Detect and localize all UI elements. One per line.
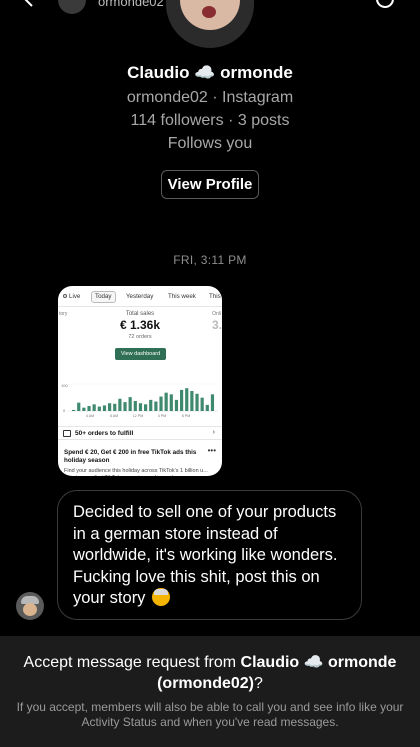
chart-bar bbox=[200, 397, 204, 411]
total-sales-label: Total sales bbox=[125, 311, 155, 317]
message-text: Decided to sell one of your products in … bbox=[73, 503, 338, 607]
chart-bar bbox=[97, 406, 101, 411]
chart-bar bbox=[82, 407, 86, 411]
orders-count: 72 orders bbox=[128, 334, 152, 340]
shot-tab-today: Today bbox=[91, 291, 116, 303]
follow-status: Follows you bbox=[167, 135, 253, 152]
header-username[interactable]: ormonde02 bbox=[98, 0, 164, 9]
sender-avatar[interactable] bbox=[16, 592, 44, 620]
request-note: If you accept, members will also be able… bbox=[16, 700, 404, 729]
chart-bar bbox=[118, 398, 122, 411]
chart-bar bbox=[164, 392, 168, 411]
chart-bar bbox=[210, 394, 215, 411]
chart-bar bbox=[154, 401, 158, 411]
orders-box-icon bbox=[63, 430, 71, 437]
chart-bar bbox=[102, 405, 107, 411]
chart-bar bbox=[195, 393, 199, 411]
request-suffix: ? bbox=[254, 675, 263, 692]
chart-bar bbox=[113, 403, 117, 411]
chart-bar bbox=[138, 403, 143, 411]
message-request-panel: Accept message request from Claudio ☁️ o… bbox=[0, 636, 420, 747]
profile-name: Claudio ☁️ ormonde bbox=[127, 63, 293, 82]
sales-bar-chart: 100 0 4 AM 8 AM 12 PM 4 PM 8 PM bbox=[61, 383, 218, 418]
chart-bar bbox=[169, 394, 173, 411]
chart-bar bbox=[205, 404, 209, 411]
request-handle: (ormonde02) bbox=[157, 675, 254, 692]
shot-tab-this: This bbox=[209, 293, 221, 300]
chart-bar bbox=[128, 397, 132, 411]
chart-bar bbox=[159, 396, 163, 411]
chart-bar bbox=[72, 409, 76, 411]
shared-image[interactable]: Live Today Yesterday This week This tory… bbox=[58, 286, 222, 476]
avatar-mouth bbox=[202, 6, 216, 18]
shot-divider bbox=[58, 306, 222, 307]
back-arrow-icon[interactable] bbox=[22, 0, 38, 8]
promo-body: Find your audience this holiday across T… bbox=[64, 468, 208, 476]
request-prefix: Accept message request from bbox=[23, 654, 241, 671]
chart-bar bbox=[185, 388, 189, 411]
chart-bar bbox=[174, 399, 179, 411]
avatar-face bbox=[23, 603, 37, 616]
chart-bar bbox=[190, 391, 194, 411]
view-profile-button[interactable]: View Profile bbox=[161, 170, 259, 199]
info-icon[interactable] bbox=[376, 0, 394, 8]
shot-tab-yesterday: Yesterday bbox=[126, 293, 154, 300]
chart-bar bbox=[180, 389, 184, 411]
request-name: Claudio ☁️ ormonde bbox=[240, 654, 397, 671]
profile-stats-line: 114 followers · 3 posts bbox=[130, 112, 290, 129]
chart-bar bbox=[133, 401, 137, 411]
message-timestamp: FRI, 3:11 PM bbox=[173, 253, 247, 267]
chart-bar bbox=[87, 406, 91, 411]
chart-bar bbox=[77, 402, 81, 411]
shot-tab-this-week: This week bbox=[168, 293, 196, 300]
chart-bar bbox=[144, 404, 148, 411]
profile-handle-line: ormonde02 · Instagram bbox=[126, 89, 294, 106]
total-sales-value: € 1.36k bbox=[119, 318, 161, 332]
chart-bar bbox=[149, 399, 153, 411]
chart-x-tick: 8 PM bbox=[182, 414, 190, 418]
request-title: Accept message request from Claudio ☁️ o… bbox=[10, 652, 410, 694]
chart-bar bbox=[123, 402, 127, 411]
chart-x-tick: 12 PM bbox=[133, 414, 143, 418]
profile-avatar[interactable] bbox=[166, 0, 254, 48]
chart-x-tick: 4 PM bbox=[158, 414, 166, 418]
orders-to-fulfill-label: 50+ orders to fulfill bbox=[75, 430, 134, 437]
chart-bar bbox=[108, 403, 112, 411]
chevron-right-icon: › bbox=[212, 429, 215, 436]
view-dashboard-button: View dashboard bbox=[115, 348, 166, 360]
orders-to-fulfill-row: 50+ orders to fulfill › bbox=[58, 426, 222, 440]
chart-x-tick: 4 AM bbox=[86, 414, 94, 418]
cowboy-face-emoji-icon bbox=[151, 588, 170, 606]
promo-title: Spend € 20, Get € 200 in free TikTok ads… bbox=[64, 449, 197, 464]
chart-bar bbox=[92, 404, 96, 411]
shot-tab-live: Live bbox=[63, 291, 80, 303]
header-avatar[interactable] bbox=[58, 0, 86, 14]
chart-y-label-100: 100 bbox=[61, 383, 68, 388]
chart-x-tick: 8 AM bbox=[110, 414, 118, 418]
chart-y-label-0: 0 bbox=[63, 408, 66, 413]
shot-tabs: Live Today Yesterday This week This bbox=[58, 291, 222, 303]
message-bubble[interactable]: Decided to sell one of your products in … bbox=[57, 490, 362, 620]
